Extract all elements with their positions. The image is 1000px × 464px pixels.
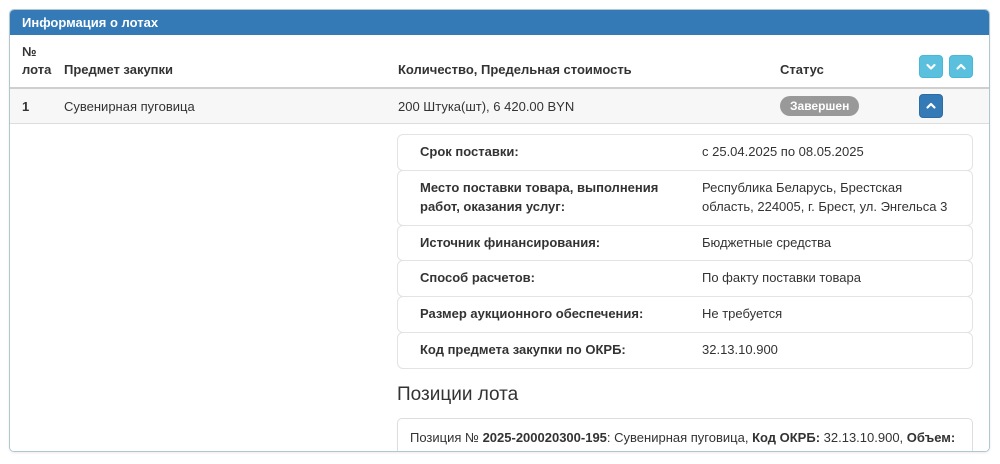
- chevron-up-icon: [955, 61, 967, 73]
- detail-label: Размер аукционного обеспечения:: [420, 306, 644, 322]
- position-prefix: Позиция №: [410, 430, 483, 445]
- chevron-up-icon: [925, 100, 937, 112]
- positions-heading: Позиции лота: [397, 384, 519, 405]
- lot-number: 1: [22, 98, 30, 114]
- lot-table-row: 1 Сувенирная пуговица 200 Штука(шт), 6 4…: [10, 89, 989, 125]
- table-header-row: № лота Предмет закупки Количество, Преде…: [10, 35, 989, 90]
- detail-row-delivery-place: Место поставки товара, выполнения работ,…: [397, 169, 973, 226]
- chevron-down-icon: [925, 61, 937, 73]
- position-subject: : Сувенирная пуговица,: [606, 430, 753, 445]
- column-header-lot-number: № лота: [22, 44, 52, 77]
- detail-value: Республика Беларусь, Брестская область, …: [702, 179, 948, 214]
- lots-info-panel: Информация о лотах № лота Предмет закупк…: [9, 9, 990, 452]
- detail-row-financing-source: Источник финансирования: Бюджетные средс…: [397, 224, 973, 262]
- detail-value: Не требуется: [702, 306, 783, 322]
- detail-row-payment-method: Способ расчетов: По факту поставки товар…: [397, 260, 973, 298]
- lot-detail-table: Срок поставки: с 25.04.2025 по 08.05.202…: [397, 134, 973, 369]
- detail-value: 32.13.10.900: [702, 342, 778, 358]
- header-toggle-buttons: [919, 55, 981, 79]
- column-header-subject: Предмет закупки: [64, 61, 174, 77]
- position-volume-value: 200 Штука(шт),: [410, 451, 505, 452]
- lot-subject: Сувенирная пуговица: [64, 98, 195, 114]
- position-volume-label: Объем:: [906, 430, 956, 445]
- detail-label: Способ расчетов:: [420, 270, 535, 286]
- lot-status-cell: Завершен: [780, 96, 919, 117]
- position-sum-value: 6 420.00 BYN: [552, 451, 637, 452]
- panel-title: Информация о лотах: [10, 10, 989, 35]
- detail-row-okrb-code: Код предмета закупки по ОКРБ: 32.13.10.9…: [397, 332, 973, 369]
- collapse-lot-button[interactable]: [919, 94, 943, 119]
- position-sum-label: Сумма:: [505, 451, 552, 452]
- position-okrb-label: Код ОКРБ:: [752, 430, 821, 445]
- detail-label: Источник финансирования:: [420, 234, 601, 250]
- detail-label: Место поставки товара, выполнения работ,…: [420, 179, 659, 214]
- detail-row-delivery-term: Срок поставки: с 25.04.2025 по 08.05.202…: [397, 134, 973, 171]
- expand-all-button[interactable]: [919, 55, 943, 79]
- column-header-qty-cost: Количество, Предельная стоимость: [398, 61, 632, 77]
- detail-row-auction-security: Размер аукционного обеспечения: Не требу…: [397, 296, 973, 334]
- detail-label: Срок поставки:: [420, 144, 519, 160]
- position-okrb-value: 32.13.10.900,: [820, 430, 907, 445]
- column-header-status: Статус: [780, 61, 824, 77]
- detail-value: Бюджетные средства: [702, 234, 832, 250]
- position-item: Позиция № 2025-200020300-195: Сувенирная…: [397, 418, 973, 452]
- detail-label: Код предмета закупки по ОКРБ:: [420, 342, 626, 358]
- detail-value: с 25.04.2025 по 08.05.2025: [702, 144, 864, 160]
- status-badge: Завершен: [780, 96, 860, 117]
- lot-toggle-cell: [919, 94, 977, 119]
- lot-detail-section: Срок поставки: с 25.04.2025 по 08.05.202…: [10, 124, 989, 452]
- lot-qty-cost: 200 Штука(шт), 6 420.00 BYN: [398, 98, 575, 114]
- position-number: 2025-200020300-195: [482, 430, 607, 445]
- collapse-all-button[interactable]: [949, 55, 973, 79]
- detail-value: По факту поставки товара: [702, 270, 861, 286]
